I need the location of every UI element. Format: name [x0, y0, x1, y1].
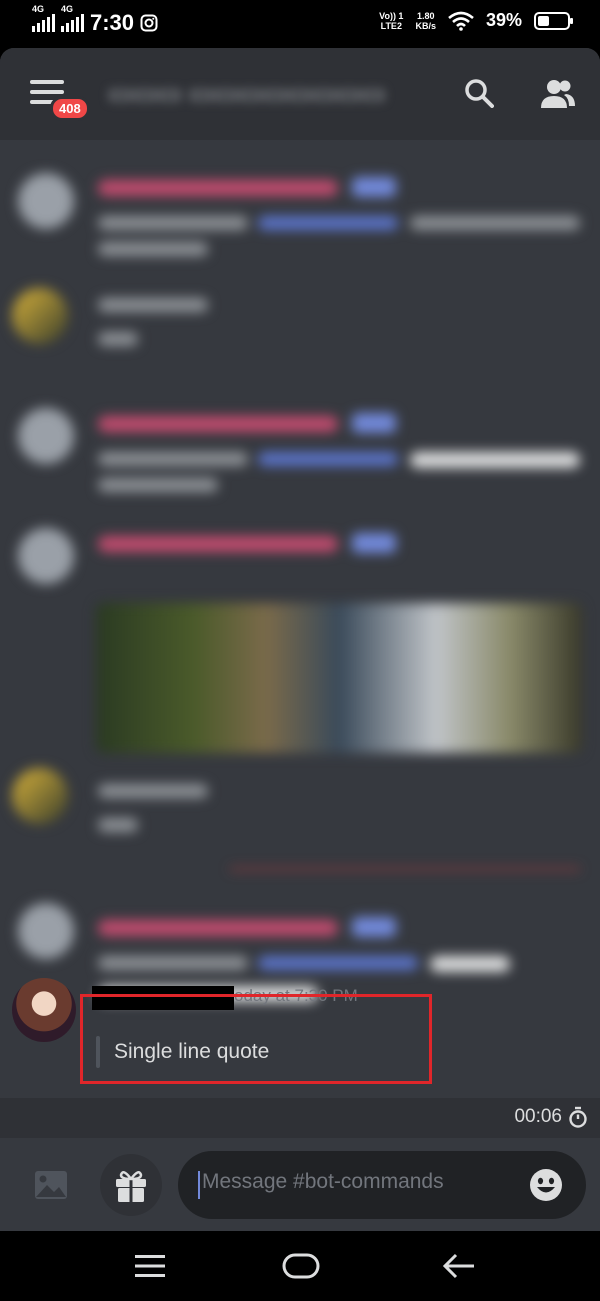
network-type-2: 4G — [61, 4, 74, 14]
highlight-box — [80, 994, 432, 1084]
blurred-text — [98, 452, 248, 466]
bot-tag — [352, 177, 396, 197]
blurred-text — [98, 180, 338, 196]
avatar — [18, 903, 74, 959]
message-placeholder: Message #bot-commands — [202, 1170, 444, 1193]
avatar — [12, 288, 68, 344]
top-bar: 408 ▭▭▭ ▭▭▭▭▭▭▭▭ — [0, 48, 600, 140]
search-icon[interactable] — [464, 78, 494, 108]
stopwatch-icon — [569, 1106, 587, 1128]
home-icon[interactable] — [282, 1253, 320, 1279]
avatar — [18, 528, 74, 584]
network-speed: 1.80 KB/s — [415, 10, 436, 31]
bot-tag — [352, 917, 396, 937]
back-icon[interactable] — [442, 1253, 476, 1279]
android-navigation-bar — [0, 1231, 600, 1301]
volte-indicator: Vo)) 1 LTE2 — [379, 10, 404, 31]
clock: 7:30 — [90, 10, 135, 35]
blurred-text — [410, 452, 580, 468]
battery-percent: 39% — [485, 10, 522, 30]
blurred-text — [98, 298, 208, 312]
channel-title: ▭▭▭ ▭▭▭▭▭▭▭▭ — [108, 78, 386, 108]
blurred-text — [98, 416, 338, 432]
blurred-messages — [0, 148, 600, 1002]
text-cursor — [198, 1171, 200, 1199]
timer-strip: 00:06 — [0, 1098, 600, 1138]
message-composer: Message #bot-commands — [0, 1138, 600, 1231]
emoji-icon[interactable] — [528, 1167, 564, 1203]
blurred-text — [98, 478, 218, 492]
avatar — [18, 173, 74, 229]
blurred-text — [98, 536, 338, 552]
blurred-text — [258, 452, 398, 466]
message-input[interactable]: Message #bot-commands — [178, 1151, 586, 1219]
battery-icon — [534, 11, 573, 30]
avatar — [12, 768, 68, 824]
unread-badge: 408 — [50, 96, 90, 121]
blurred-text — [98, 920, 338, 936]
blurred-text — [430, 956, 510, 972]
blurred-image — [96, 603, 582, 753]
user-avatar[interactable] — [12, 978, 76, 1042]
blurred-text — [98, 956, 248, 970]
blurred-text — [98, 332, 138, 346]
network-type-1: 4G — [32, 4, 45, 14]
bot-tag — [352, 533, 396, 553]
recent-apps-icon[interactable] — [134, 1253, 166, 1279]
blurred-text — [98, 818, 138, 832]
gift-icon — [116, 1171, 146, 1202]
signal-icon: 4G — [61, 4, 84, 32]
blurred-text — [98, 216, 248, 230]
attach-image-button[interactable] — [20, 1154, 82, 1216]
bot-tag — [352, 413, 396, 433]
avatar — [18, 408, 74, 464]
blurred-text — [98, 242, 208, 256]
wifi-icon — [448, 11, 474, 31]
blurred-text — [410, 216, 580, 230]
gift-button[interactable] — [100, 1154, 162, 1216]
timer-text: 00:06 — [514, 1106, 562, 1127]
instagram-icon — [140, 14, 158, 32]
status-bar: 4G 4G 7:30 Vo)) 1 LTE2 1.80 KB/s 39% — [0, 0, 600, 48]
new-messages-divider — [230, 868, 580, 870]
blurred-text — [98, 784, 208, 798]
blurred-text — [258, 956, 418, 970]
members-icon[interactable] — [540, 78, 576, 110]
image-icon — [35, 1171, 67, 1199]
blurred-text — [258, 216, 398, 230]
signal-icon: 4G — [32, 4, 55, 32]
app-window: 408 ▭▭▭ ▭▭▭▭▭▭▭▭ oday at 7:30 PM Single … — [0, 48, 600, 1231]
